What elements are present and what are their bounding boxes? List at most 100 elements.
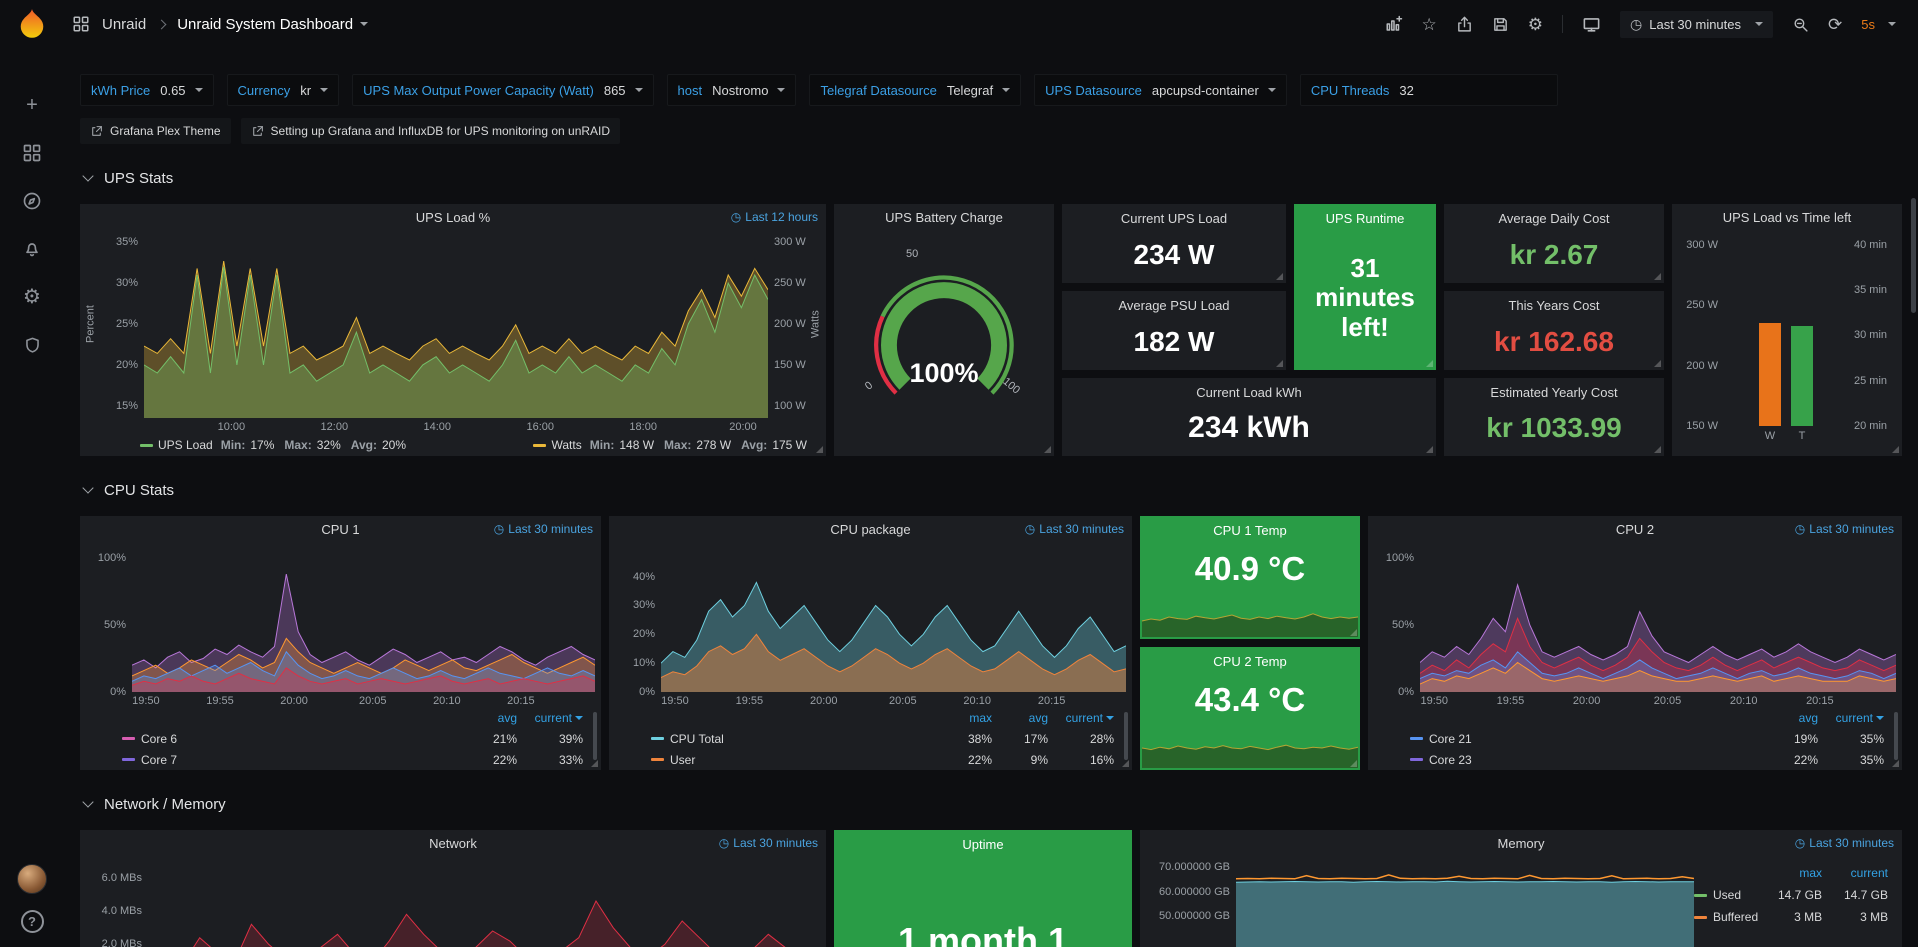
legend-sort-current[interactable]: current (1818, 711, 1884, 725)
variable-currency[interactable]: Currency kr (227, 74, 340, 106)
dashboard-title-dropdown[interactable]: Unraid System Dashboard (177, 16, 368, 33)
stat-label: Max: (664, 438, 691, 452)
row-header-cpu-stats[interactable]: CPU Stats (80, 478, 1902, 502)
clock-icon: ◷ (1025, 523, 1035, 535)
legend-sort-max[interactable]: max (936, 711, 992, 725)
sidebar-create-button[interactable]: + (12, 88, 52, 122)
link-grafana-plex-theme[interactable]: Grafana Plex Theme (80, 118, 231, 144)
panel-time-range-badge[interactable]: ◷ Last 30 minutes (1795, 836, 1894, 850)
cpu-2-chart[interactable]: 0%50%100%19:5019:5520:0020:0520:1020:15 (1374, 542, 1896, 708)
panel-title[interactable]: Estimated Yearly Cost (1490, 385, 1617, 400)
sidebar-server-admin-button[interactable] (12, 328, 52, 362)
legend-col-label: current (1066, 711, 1103, 725)
panel-title[interactable]: Current UPS Load (1121, 211, 1227, 226)
cpu-stats-row: CPU 1 ◷ Last 30 minutes 0%50%100%19:5019… (80, 516, 1902, 770)
series-name[interactable]: Buffered (1694, 910, 1758, 924)
panel-title[interactable]: CPU package (830, 522, 910, 537)
panel-title[interactable]: Average Daily Cost (1498, 211, 1609, 226)
memory-chart[interactable]: 50.000000 GB60.000000 GB70.000000 GB (1144, 856, 1694, 947)
legend-sort-avg[interactable]: avg (992, 711, 1048, 725)
series-name[interactable]: Core 7 (122, 753, 459, 767)
legend-sort-current[interactable]: current (517, 711, 583, 725)
panel-title[interactable]: CPU 2 Temp (1140, 654, 1360, 669)
legend-sort-avg[interactable]: avg (459, 711, 517, 725)
variable-host[interactable]: host Nostromo (667, 74, 797, 106)
legend-scrollbar[interactable] (1124, 712, 1128, 760)
panel-title[interactable]: UPS Runtime (1326, 211, 1405, 226)
legend-sort-current[interactable]: current (1822, 866, 1888, 880)
dashboards-grid-button[interactable] (72, 15, 90, 33)
refresh-interval-label: 5s (1861, 17, 1875, 32)
series-name[interactable]: Core 23 (1410, 753, 1760, 767)
variable-cpu-threads[interactable]: CPU Threads 32 (1300, 74, 1559, 106)
zoom-out-button[interactable] (1792, 16, 1809, 33)
grafana-logo[interactable] (15, 7, 49, 46)
add-panel-button[interactable] (1385, 15, 1403, 33)
legend-scrollbar[interactable] (593, 712, 597, 760)
star-button[interactable]: ☆ (1422, 16, 1437, 33)
panel-title[interactable]: Current Load kWh (1196, 385, 1302, 400)
variable-telegraf-datasource[interactable]: Telegraf Datasource Telegraf (809, 74, 1021, 106)
panel-title[interactable]: Average PSU Load (1118, 298, 1229, 313)
network-chart[interactable]: 2.0 MBs4.0 MBs6.0 MBs (86, 856, 820, 947)
sidebar-configuration-button[interactable]: ⚙ (12, 280, 52, 314)
series-name[interactable]: UPS Load (158, 438, 213, 452)
series-name[interactable]: Watts (551, 438, 581, 452)
chevron-down-icon (360, 22, 368, 26)
link-ups-monitoring-guide[interactable]: Setting up Grafana and InfluxDB for UPS … (241, 118, 621, 144)
help-button[interactable]: ? (21, 910, 44, 933)
variable-ups-max-output[interactable]: UPS Max Output Power Capacity (Watt) 865 (352, 74, 653, 106)
panel-title[interactable]: CPU 1 Temp (1140, 523, 1360, 538)
panel-title[interactable]: Memory (1498, 836, 1545, 851)
panel-title[interactable]: CPU 1 (321, 522, 359, 537)
dashboard-settings-button[interactable]: ⚙ (1528, 16, 1543, 33)
panel-time-range-badge[interactable]: ◷ Last 30 minutes (1025, 522, 1124, 536)
sidebar-explore-button[interactable] (12, 184, 52, 218)
series-name[interactable]: Core 21 (1410, 732, 1760, 746)
sidebar-dashboards-button[interactable] (12, 136, 52, 170)
refresh-interval-picker[interactable]: 5s (1861, 17, 1896, 32)
cpu-1-chart[interactable]: 0%50%100%19:5019:5520:0020:0520:1020:15 (86, 542, 595, 708)
time-range-picker[interactable]: ◷ Last 30 minutes (1620, 11, 1773, 38)
variable-ups-datasource[interactable]: UPS Datasource apcupsd-container (1034, 74, 1287, 106)
save-button[interactable] (1492, 16, 1509, 33)
legend-sort-current[interactable]: current (1048, 711, 1114, 725)
cpu-1-legend: avg current Core 6 21% 39% Core 7 22% 33… (80, 708, 601, 770)
refresh-button[interactable]: ⟳ (1828, 16, 1842, 33)
battery-gauge[interactable]: 0 50 100 100% (834, 230, 1054, 456)
legend-sort-avg[interactable]: avg (1760, 711, 1818, 725)
panel-time-range-badge[interactable]: ◷ Last 12 hours (731, 210, 818, 224)
series-name[interactable]: Used (1694, 888, 1758, 902)
legend-scrollbar[interactable] (1894, 712, 1898, 760)
variable-value: kr (300, 83, 311, 98)
row-header-network-memory[interactable]: Network / Memory (80, 792, 1902, 816)
share-button[interactable] (1456, 16, 1473, 33)
panel-title[interactable]: UPS Battery Charge (885, 210, 1003, 225)
cpu-package-chart[interactable]: 0%10%20%30%40%19:5019:5520:0020:0520:102… (615, 542, 1126, 708)
series-name[interactable]: CPU Total (651, 732, 936, 746)
scrollbar-thumb[interactable] (1911, 198, 1916, 313)
breadcrumb-org[interactable]: Unraid (102, 16, 146, 33)
panel-title[interactable]: UPS Load vs Time left (1723, 210, 1852, 225)
panel-title[interactable]: CPU 2 (1616, 522, 1654, 537)
ups-load-vs-time-chart[interactable]: 150 W200 W250 W300 W20 min25 min30 min35… (1678, 230, 1896, 444)
chevron-down-icon (82, 796, 93, 807)
panel-time-range-badge[interactable]: ◷ Last 30 minutes (719, 836, 818, 850)
panel-time-range-badge[interactable]: ◷ Last 30 minutes (1795, 522, 1894, 536)
panel-title[interactable]: Uptime (834, 837, 1132, 852)
cpu-threads-input[interactable]: 32 (1399, 83, 1547, 98)
legend-sort-max[interactable]: max (1758, 866, 1822, 880)
row-header-ups-stats[interactable]: UPS Stats (80, 166, 1902, 190)
ups-load-chart[interactable]: 15%20%25%30%35%Percent100 W150 W200 W250… (86, 230, 820, 434)
series-name[interactable]: Core 6 (122, 732, 459, 746)
panel-title[interactable]: UPS Load % (416, 210, 490, 225)
panel-time-range-badge[interactable]: ◷ Last 30 minutes (494, 522, 593, 536)
panel-title[interactable]: This Years Cost (1508, 298, 1599, 313)
panel-title[interactable]: Network (429, 836, 477, 851)
page-scrollbar[interactable] (1910, 48, 1918, 947)
user-avatar[interactable] (17, 864, 47, 894)
series-name[interactable]: User (651, 753, 936, 767)
variable-kwh-price[interactable]: kWh Price 0.65 (80, 74, 214, 106)
sidebar-alerting-button[interactable] (12, 232, 52, 266)
cycle-view-button[interactable] (1582, 15, 1601, 34)
